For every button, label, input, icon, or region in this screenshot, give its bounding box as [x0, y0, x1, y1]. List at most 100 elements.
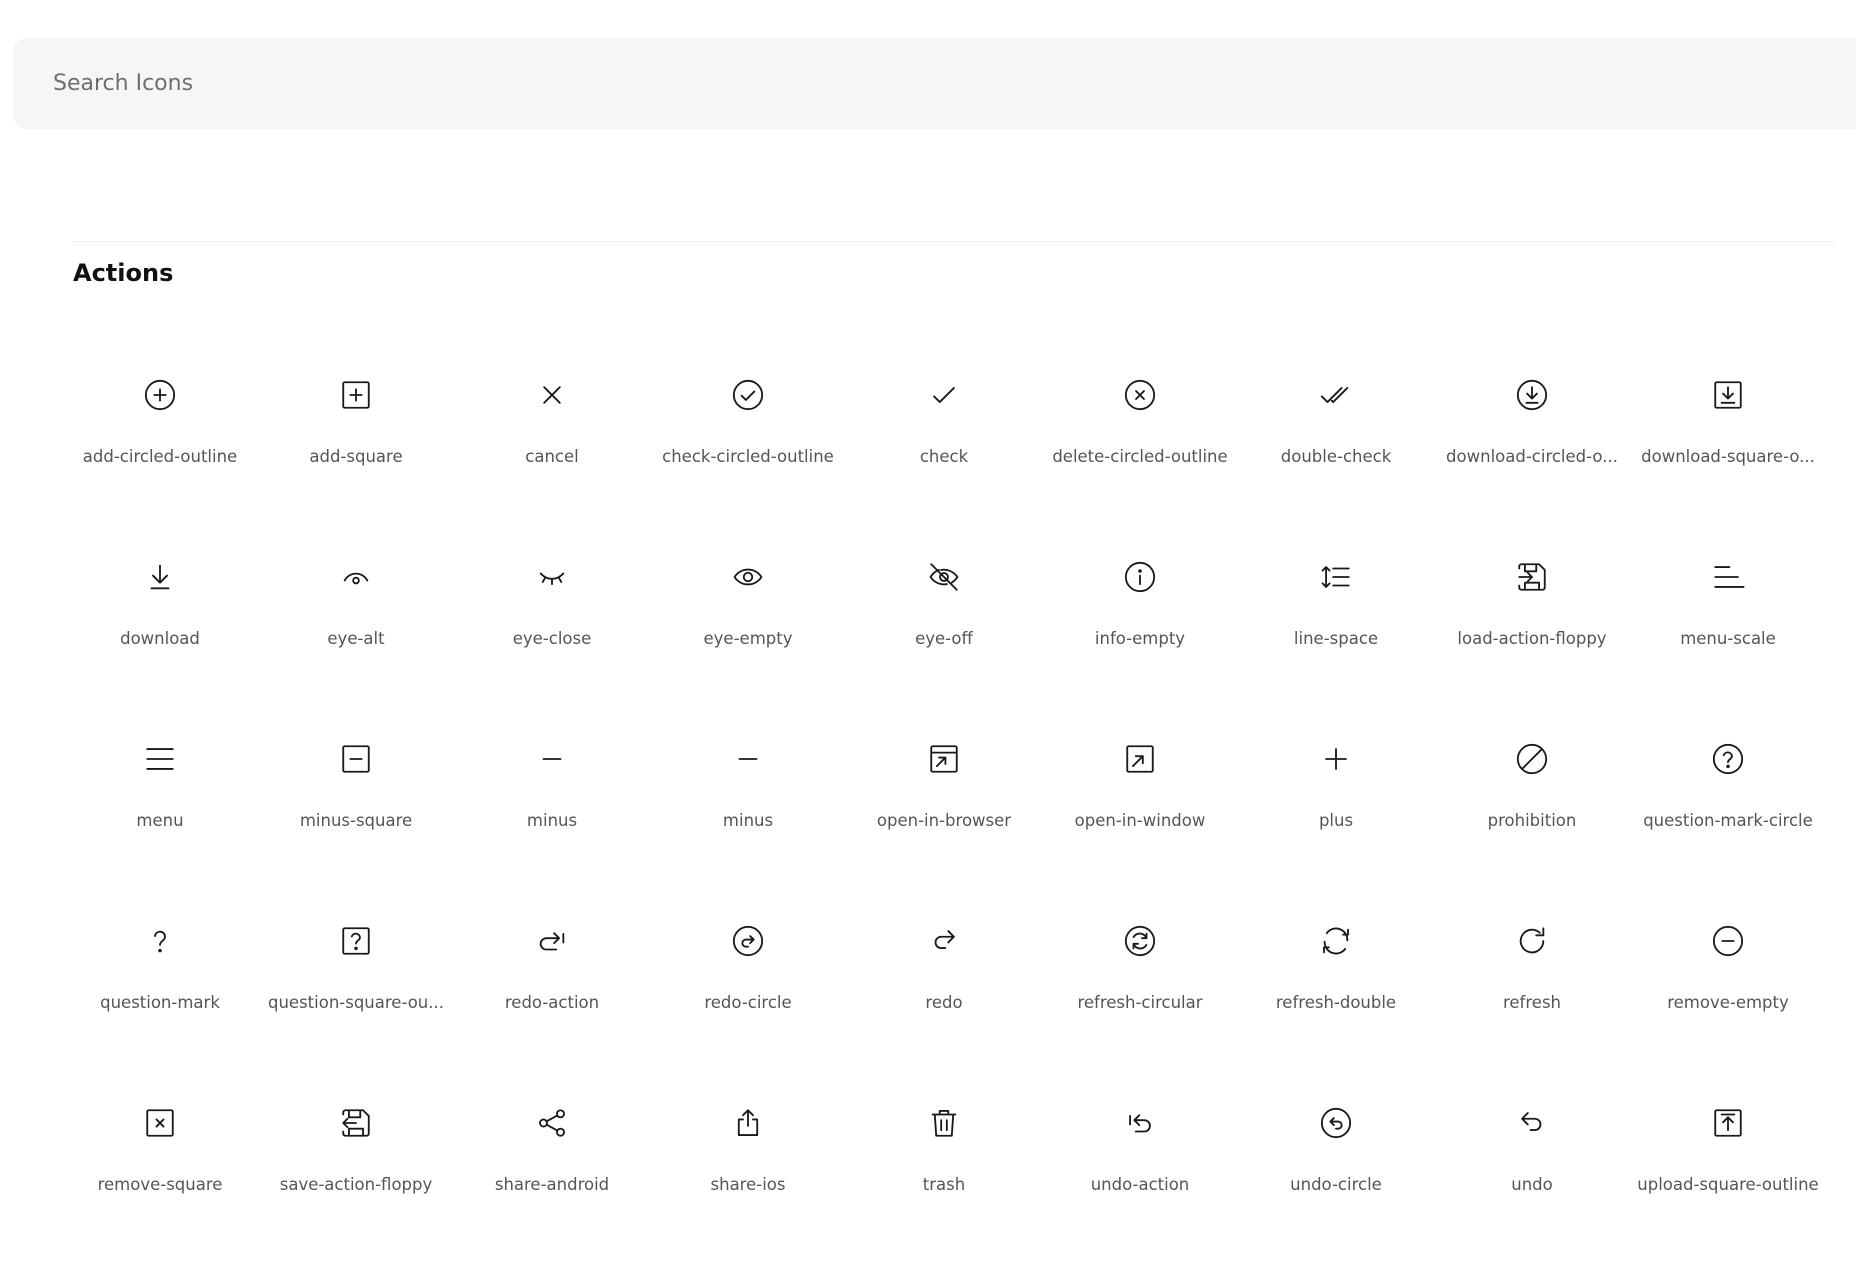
trash-icon — [927, 1106, 961, 1140]
icon-label: delete-circled-outline — [1052, 447, 1228, 466]
icon-tile-open-in-window[interactable]: open-in-window — [1042, 682, 1238, 864]
icon-tile-menu[interactable]: menu — [62, 682, 258, 864]
icon-tile-undo-action[interactable]: undo-action — [1042, 1046, 1238, 1228]
icon-label: redo — [925, 993, 963, 1012]
icon-tile-cancel[interactable]: cancel — [454, 318, 650, 500]
icon-tile-share-android[interactable]: share-android — [454, 1046, 650, 1228]
icon-label: remove-empty — [1667, 993, 1789, 1012]
icon-label: question-square-ou... — [268, 993, 444, 1012]
icon-tile-open-in-browser[interactable]: open-in-browser — [846, 682, 1042, 864]
minus-icon — [535, 742, 569, 776]
icon-label: add-square — [309, 447, 403, 466]
icon-tile-redo[interactable]: redo — [846, 864, 1042, 1046]
add-circled-outline-icon — [143, 378, 177, 412]
menu-icon — [143, 742, 177, 776]
icon-label: eye-empty — [703, 629, 793, 648]
icon-tile-minus[interactable]: minus — [650, 682, 846, 864]
icon-tile-trash[interactable]: trash — [846, 1046, 1042, 1228]
icon-label: open-in-window — [1074, 811, 1206, 830]
icon-label: minus — [722, 811, 774, 830]
icon-tile-remove-empty[interactable]: remove-empty — [1630, 864, 1826, 1046]
icon-tile-eye-off[interactable]: eye-off — [846, 500, 1042, 682]
add-square-icon — [339, 378, 373, 412]
icon-tile-eye-alt[interactable]: eye-alt — [258, 500, 454, 682]
icon-tile-eye-close[interactable]: eye-close — [454, 500, 650, 682]
section-title: Actions — [73, 259, 174, 287]
icon-tile-redo-action[interactable]: redo-action — [454, 864, 650, 1046]
icon-tile-minus-square[interactable]: minus-square — [258, 682, 454, 864]
icon-tile-add-circled-outline[interactable]: add-circled-outline — [62, 318, 258, 500]
icon-label: menu — [136, 811, 184, 830]
upload-square-outline-icon — [1711, 1106, 1745, 1140]
undo-action-icon — [1123, 1106, 1157, 1140]
icon-label: download-square-o... — [1641, 447, 1815, 466]
icon-tile-download-circled-outline[interactable]: download-circled-o... — [1434, 318, 1630, 500]
minus-square-icon — [339, 742, 373, 776]
icon-label: eye-off — [915, 629, 973, 648]
icon-tile-download[interactable]: download — [62, 500, 258, 682]
question-mark-icon — [143, 924, 177, 958]
icon-tile-minus[interactable]: minus — [454, 682, 650, 864]
eye-empty-icon — [731, 560, 765, 594]
icon-tile-refresh-double[interactable]: refresh-double — [1238, 864, 1434, 1046]
icon-tile-redo-circle[interactable]: redo-circle — [650, 864, 846, 1046]
icon-label: redo-action — [504, 993, 600, 1012]
icon-tile-prohibition[interactable]: prohibition — [1434, 682, 1630, 864]
icon-tile-upload-square-outline[interactable]: upload-square-outline — [1630, 1046, 1826, 1228]
icon-tile-question-mark[interactable]: question-mark — [62, 864, 258, 1046]
icon-tile-load-action-floppy[interactable]: load-action-floppy — [1434, 500, 1630, 682]
icon-tile-question-square-outline[interactable]: question-square-ou... — [258, 864, 454, 1046]
icon-tile-add-square[interactable]: add-square — [258, 318, 454, 500]
eye-alt-icon — [339, 560, 373, 594]
icon-label: minus — [526, 811, 578, 830]
icon-label: question-mark — [100, 993, 220, 1012]
icon-tile-refresh-circular[interactable]: refresh-circular — [1042, 864, 1238, 1046]
search-input[interactable] — [51, 70, 1755, 97]
icon-label: eye-alt — [327, 629, 385, 648]
icon-label: eye-close — [512, 629, 592, 648]
double-check-icon — [1319, 378, 1353, 412]
icon-tile-plus[interactable]: plus — [1238, 682, 1434, 864]
icon-label: undo-action — [1090, 1175, 1190, 1194]
icon-label: share-ios — [710, 1175, 786, 1194]
icon-tile-undo-circle[interactable]: undo-circle — [1238, 1046, 1434, 1228]
icon-label: share-android — [494, 1175, 610, 1194]
icon-tile-remove-square[interactable]: remove-square — [62, 1046, 258, 1228]
icon-tile-download-square-outline[interactable]: download-square-o... — [1630, 318, 1826, 500]
icon-tile-check[interactable]: check — [846, 318, 1042, 500]
icon-tile-info-empty[interactable]: info-empty — [1042, 500, 1238, 682]
icon-label: prohibition — [1487, 811, 1577, 830]
icon-label: undo — [1511, 1175, 1553, 1194]
question-square-outline-icon — [339, 924, 373, 958]
check-circled-outline-icon — [731, 378, 765, 412]
icon-label: refresh-double — [1275, 993, 1397, 1012]
icon-label: add-circled-outline — [82, 447, 238, 466]
line-space-icon — [1319, 560, 1353, 594]
icon-tile-question-mark-circle[interactable]: question-mark-circle — [1630, 682, 1826, 864]
icon-tile-menu-scale[interactable]: menu-scale — [1630, 500, 1826, 682]
remove-square-icon — [143, 1106, 177, 1140]
icon-label: double-check — [1280, 447, 1392, 466]
icon-tile-delete-circled-outline[interactable]: delete-circled-outline — [1042, 318, 1238, 500]
icon-tile-undo[interactable]: undo — [1434, 1046, 1630, 1228]
eye-close-icon — [535, 560, 569, 594]
icon-label: menu-scale — [1680, 629, 1776, 648]
menu-scale-icon — [1711, 560, 1745, 594]
icon-label: undo-circle — [1290, 1175, 1382, 1194]
section-divider — [72, 241, 1834, 242]
icon-tile-refresh[interactable]: refresh — [1434, 864, 1630, 1046]
download-icon — [143, 560, 177, 594]
redo-circle-icon — [731, 924, 765, 958]
download-circled-outline-icon — [1515, 378, 1549, 412]
icon-tile-eye-empty[interactable]: eye-empty — [650, 500, 846, 682]
share-android-icon — [535, 1106, 569, 1140]
icon-tile-line-space[interactable]: line-space — [1238, 500, 1434, 682]
icon-label: load-action-floppy — [1457, 629, 1607, 648]
icon-tile-check-circled-outline[interactable]: check-circled-outline — [650, 318, 846, 500]
check-icon — [927, 378, 961, 412]
icon-label: line-space — [1293, 629, 1379, 648]
icon-tile-double-check[interactable]: double-check — [1238, 318, 1434, 500]
icon-tile-share-ios[interactable]: share-ios — [650, 1046, 846, 1228]
search-bar[interactable] — [13, 38, 1856, 129]
icon-tile-save-action-floppy[interactable]: save-action-floppy — [258, 1046, 454, 1228]
